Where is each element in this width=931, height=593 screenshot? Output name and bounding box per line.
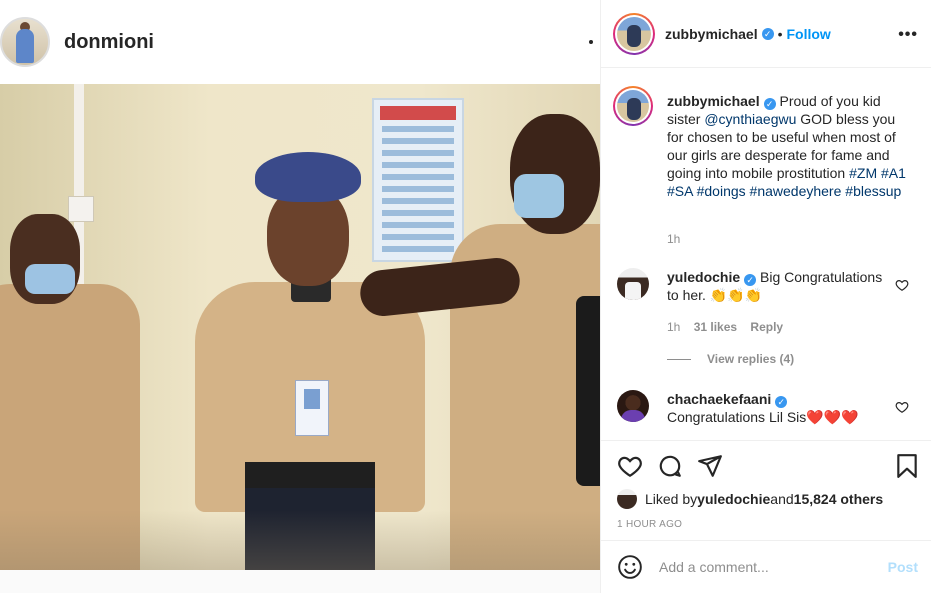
liked-by-summary[interactable]: Liked by yuledochie and 15,824 others [617, 489, 883, 509]
hashtag-link[interactable]: #blessup [845, 183, 901, 199]
person-center-beret [255, 152, 361, 202]
post-panel: zubbymichael ✓ • Follow ••• zubbymichael… [600, 0, 931, 593]
comment-item: yuledochie ✓ Big Congratulations to her. … [617, 268, 917, 336]
author-avatar[interactable] [613, 12, 655, 55]
follow-button[interactable]: Follow [787, 26, 831, 42]
avatar-figure-shape [16, 29, 34, 63]
more-options-icon[interactable]: ••• [898, 26, 918, 44]
comment-meta: 1h 31 likes Reply [667, 318, 887, 336]
caption-timestamp[interactable]: 1h [667, 232, 680, 246]
comment-avatar[interactable] [617, 268, 649, 300]
photo-floor-shadow [0, 510, 600, 570]
post-photo[interactable] [0, 84, 600, 570]
person-center-belt [245, 462, 375, 488]
action-icons [617, 453, 737, 479]
comment-username[interactable]: yuledochie [667, 269, 740, 285]
background-post-header: donmioni [0, 0, 600, 84]
post-caption: zubbymichael ✓ Proud of you kid sister @c… [613, 86, 907, 200]
add-comment-bar: Post [601, 540, 931, 593]
comment-time[interactable]: 1h [667, 320, 680, 334]
verified-badge-icon: ✓ [775, 396, 788, 408]
comment-input[interactable] [659, 559, 859, 575]
photo-person-right [358, 114, 600, 570]
hashtag-link[interactable]: #A1 [881, 165, 906, 181]
comment-body: yuledochie ✓ Big Congratulations to her. … [667, 268, 887, 336]
view-replies-label: View replies (4) [707, 352, 795, 366]
comments-list[interactable]: zubbymichael ✓ Proud of you kid sister @c… [601, 68, 931, 440]
hashtag-link[interactable]: #doings [697, 183, 746, 199]
caption-author-avatar[interactable] [613, 86, 653, 126]
background-post-avatar[interactable] [0, 17, 50, 67]
liked-by-mid: and [770, 491, 794, 507]
author-username[interactable]: zubbymichael [665, 26, 758, 42]
like-heart-icon[interactable] [617, 453, 643, 479]
comment-username[interactable]: chachaekefaani [667, 391, 771, 407]
post-timestamp[interactable]: 1 HOUR AGO [617, 519, 682, 530]
person-left-mask [25, 264, 75, 294]
post-actions: Liked by yuledochie and 15,824 others 1 … [601, 440, 931, 540]
comment-bubble-icon[interactable] [657, 453, 683, 479]
verified-badge-icon: ✓ [761, 27, 774, 40]
hashtag-link[interactable]: #nawedeyhere [750, 183, 842, 199]
caption-text: zubbymichael ✓ Proud of you kid sister @c… [667, 92, 907, 200]
panel-header: zubbymichael ✓ • Follow ••• [601, 0, 931, 68]
verified-badge-icon: ✓ [744, 274, 757, 286]
comment-likes[interactable]: 31 likes [694, 320, 737, 334]
comment-text: Congratulations Lil Sis❤️❤️❤️ [667, 409, 859, 425]
liked-by-user[interactable]: yuledochie [697, 491, 770, 507]
liked-by-avatar [617, 489, 637, 509]
caption-username[interactable]: zubbymichael [667, 93, 760, 109]
caption-avatar-inner [615, 88, 651, 124]
caption-mention-link[interactable]: @cynthiaegwu [704, 111, 796, 127]
caption-avatar-picture [617, 90, 649, 122]
save-bookmark-icon[interactable] [894, 453, 920, 479]
share-paper-plane-icon[interactable] [697, 453, 723, 479]
view-replies-button[interactable]: View replies (4) [667, 352, 794, 366]
comment-like-heart-icon[interactable] [895, 400, 909, 414]
comment-avatar[interactable] [617, 390, 649, 422]
post-comment-button[interactable]: Post [888, 559, 918, 575]
comment-like-heart-icon[interactable] [895, 278, 909, 292]
view-replies-line [667, 358, 691, 360]
liked-by-prefix: Liked by [645, 491, 698, 507]
comment-item: chachaekefaani ✓ Congratulations Lil Sis❤… [617, 390, 917, 426]
hashtag-link[interactable]: #ZM [849, 165, 877, 181]
verified-badge-icon: ✓ [763, 98, 776, 110]
person-right-mask [514, 174, 564, 218]
header-separator: • [777, 25, 783, 42]
liked-by-count[interactable]: 15,824 others [794, 491, 884, 507]
comment-body: chachaekefaani ✓ Congratulations Lil Sis❤… [667, 390, 887, 426]
photo-phone-edge [576, 296, 600, 486]
background-post-more-dot[interactable] [589, 40, 593, 44]
hashtag-link[interactable]: #SA [667, 183, 693, 199]
person-center-id-badge [295, 380, 329, 436]
emoji-smiley-icon[interactable] [617, 554, 643, 580]
comment-reply-button[interactable]: Reply [750, 320, 783, 334]
author-avatar-inner [615, 14, 653, 53]
author-avatar-picture [617, 16, 651, 51]
background-post-username[interactable]: donmioni [64, 31, 154, 54]
